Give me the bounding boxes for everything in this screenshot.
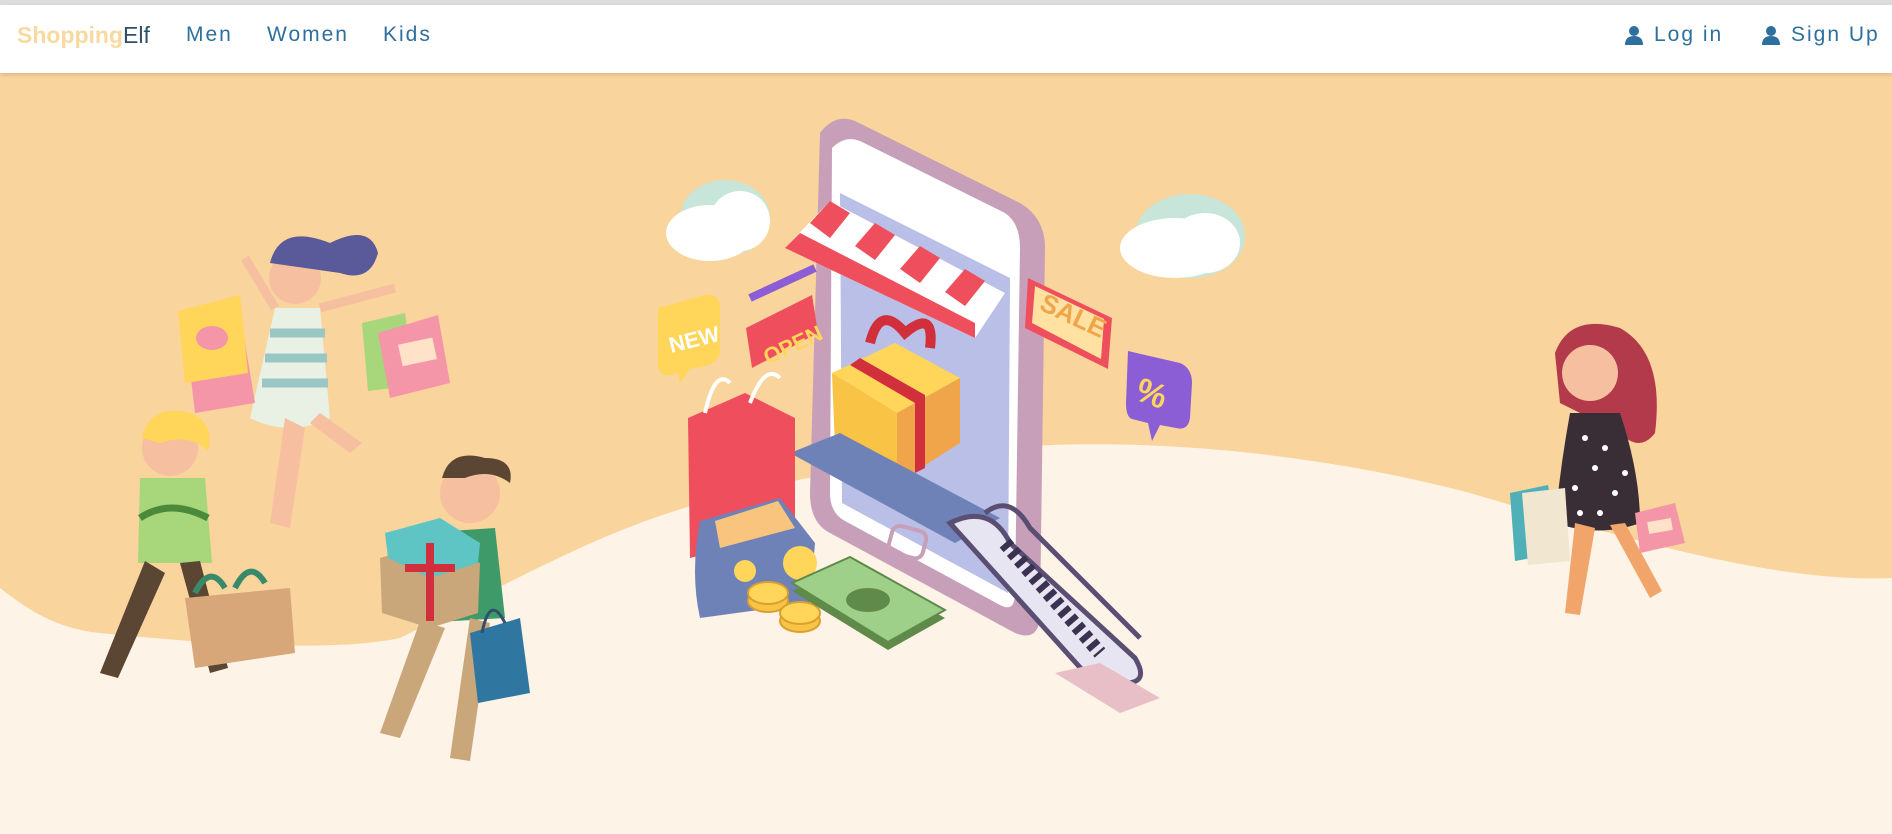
signup-label: Sign Up [1791,23,1880,46]
brand-logo[interactable]: ShoppingElf [17,22,150,49]
hero-illustration: NEW OPEN SALE % [0,73,1892,834]
navbar: ShoppingElf Men Women Kids Log in Sign U… [0,5,1892,73]
brand-part-elf: Elf [123,22,150,48]
nav-link-kids[interactable]: Kids [383,23,432,47]
brand-part-shopping: Shopping [17,22,124,48]
shopping-bag-icon [1510,485,1570,565]
login-label: Log in [1654,23,1724,46]
user-icon [1625,26,1643,45]
nav-link-women[interactable]: Women [267,23,349,47]
user-icon [1762,26,1780,45]
shopping-bag-icon [362,313,450,398]
signup-link[interactable]: Sign Up [1761,23,1880,47]
nav-link-men[interactable]: Men [186,23,233,47]
login-link[interactable]: Log in [1624,23,1723,47]
